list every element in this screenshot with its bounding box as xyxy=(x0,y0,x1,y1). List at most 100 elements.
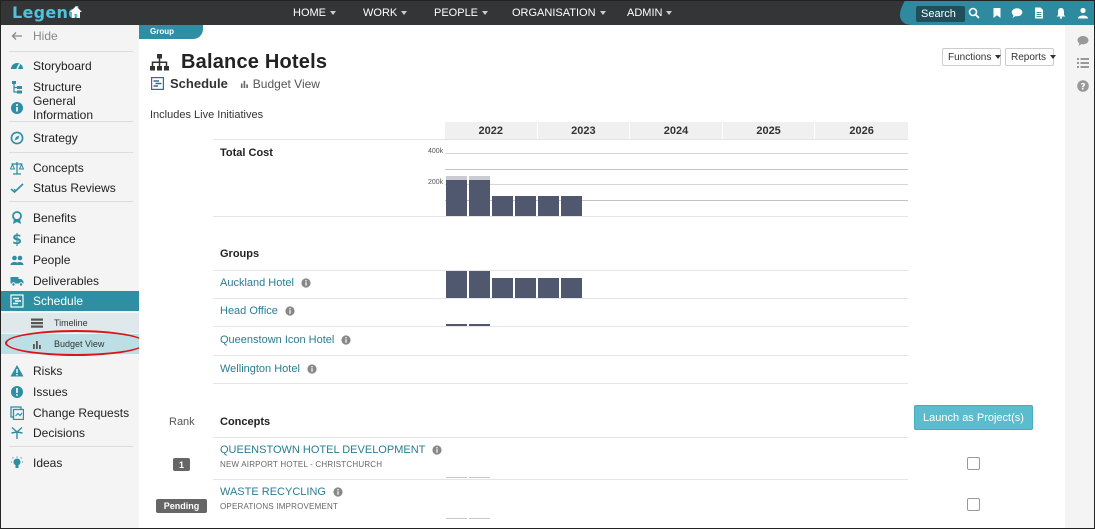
sidebar-item-label: Status Reviews xyxy=(33,181,116,195)
functions-dropdown[interactable]: Functions xyxy=(942,48,1002,66)
nav-work[interactable]: WORK xyxy=(363,1,408,25)
nav-admin[interactable]: ADMIN xyxy=(627,1,673,25)
nav-organisation[interactable]: ORGANISATION xyxy=(512,1,606,25)
bell-icon[interactable] xyxy=(1055,7,1067,19)
sidebar-item-benefits[interactable]: Benefits xyxy=(1,208,139,228)
sidebar-item-label: Structure xyxy=(33,80,82,94)
sidebar-item-decisions[interactable]: Decisions xyxy=(1,423,139,443)
info-icon[interactable] xyxy=(307,364,317,374)
group-link-head-office[interactable]: Head Office xyxy=(220,305,295,317)
app-window: Legend HOME WORK PEOPLE ORGANISATION ADM… xyxy=(0,0,1095,529)
award-icon xyxy=(10,211,24,225)
sidebar-item-schedule[interactable]: Schedule xyxy=(1,291,139,311)
warning-icon xyxy=(10,364,24,378)
main-content: Group Balance Hotels Schedule Budget Vie… xyxy=(139,25,1065,528)
divider xyxy=(213,437,908,438)
divider xyxy=(9,446,133,447)
comment-icon[interactable] xyxy=(1077,35,1089,47)
group-bar xyxy=(561,278,582,298)
sidebar-item-risks[interactable]: Risks xyxy=(1,361,139,381)
nav-home[interactable]: HOME xyxy=(293,1,336,25)
concept-mini-bar xyxy=(446,477,467,478)
sidebar-item-label: Schedule xyxy=(33,294,84,308)
concept-link-queenstown[interactable]: QUEENSTOWN HOTEL DEVELOPMENT xyxy=(220,444,442,456)
sidebar-item-ideas[interactable]: Ideas xyxy=(1,453,139,473)
timeline-icon xyxy=(31,317,43,329)
sidebar-item-label: People xyxy=(33,253,71,267)
home-icon[interactable] xyxy=(69,5,83,19)
group-bar xyxy=(538,278,559,298)
search-icon[interactable] xyxy=(968,7,980,19)
tab-schedule[interactable]: Schedule xyxy=(170,76,228,91)
launch-as-project-button[interactable]: Launch as Project(s) xyxy=(914,405,1033,430)
dashboard-icon xyxy=(10,59,24,73)
sidebar-item-strategy[interactable]: Strategy xyxy=(1,128,139,148)
group-label: Queenstown Icon Hotel xyxy=(220,334,335,346)
group-link-queenstown[interactable]: Queenstown Icon Hotel xyxy=(220,334,351,346)
user-icon[interactable] xyxy=(1077,7,1089,19)
concept-select-checkbox[interactable] xyxy=(967,498,980,511)
lightbulb-icon xyxy=(10,456,24,470)
nav-home-label: HOME xyxy=(293,7,326,19)
chevron-down-icon xyxy=(666,11,673,15)
axis-label-400k: 400k xyxy=(428,148,444,155)
search-input[interactable]: Search xyxy=(916,6,965,22)
sidebar-item-people[interactable]: People xyxy=(1,250,139,270)
chat-icon[interactable] xyxy=(1011,7,1023,19)
org-chart-icon xyxy=(150,54,169,71)
sidebar-item-status-reviews[interactable]: Status Reviews xyxy=(1,178,139,198)
sidebar-item-storyboard[interactable]: Storyboard xyxy=(1,56,139,76)
info-icon[interactable] xyxy=(432,445,442,455)
info-icon[interactable] xyxy=(341,335,351,345)
sidebar-item-issues[interactable]: Issues xyxy=(1,382,139,402)
sidebar-item-finance[interactable]: $ Finance xyxy=(1,229,139,249)
concept-select-checkbox[interactable] xyxy=(967,457,980,470)
group-link-wellington[interactable]: Wellington Hotel xyxy=(220,363,317,375)
sidebar-subitem-timeline[interactable]: Timeline xyxy=(1,313,139,333)
cost-bar xyxy=(469,180,490,216)
divider xyxy=(213,298,908,299)
sidebar-subitem-budget-view[interactable]: Budget View xyxy=(1,334,139,354)
sidebar-item-label: Change Requests xyxy=(33,406,130,420)
group-label: Head Office xyxy=(220,305,278,317)
cost-bar xyxy=(492,196,513,216)
sidebar-item-label: Concepts xyxy=(33,161,84,175)
rank-header: Rank xyxy=(169,416,195,428)
hide-sidebar-button[interactable]: Hide xyxy=(1,26,139,46)
info-icon[interactable] xyxy=(333,487,343,497)
concept-mini-bar xyxy=(469,518,490,519)
sidebar-item-deliverables[interactable]: Deliverables xyxy=(1,271,139,291)
info-icon[interactable] xyxy=(285,306,295,316)
concept-subtitle: NEW AIRPORT HOTEL - CHRISTCHURCH xyxy=(220,460,383,469)
divider xyxy=(9,201,133,202)
arrow-left-icon xyxy=(10,29,24,43)
tab-budget-view[interactable]: Budget View xyxy=(253,77,320,91)
document-icon[interactable] xyxy=(1033,7,1045,19)
reports-dropdown[interactable]: Reports xyxy=(1005,48,1057,66)
bookmark-icon[interactable] xyxy=(991,7,1003,19)
concept-mini-bar xyxy=(446,518,467,519)
divider xyxy=(213,270,908,271)
year-2023: 2023 xyxy=(538,122,631,140)
sidebar-item-label: Strategy xyxy=(33,131,78,145)
schedule-icon xyxy=(10,294,24,308)
year-2022: 2022 xyxy=(445,122,538,140)
groups-label: Groups xyxy=(220,248,260,260)
sidebar-item-change-requests[interactable]: Change Requests xyxy=(1,403,139,423)
info-icon[interactable] xyxy=(301,278,311,288)
nav-organisation-label: ORGANISATION xyxy=(512,7,596,19)
concept-link-waste-recycling[interactable]: WASTE RECYCLING xyxy=(220,486,343,498)
sidebar-item-general-information[interactable]: General Information xyxy=(1,94,139,122)
group-tab: Group xyxy=(139,25,203,39)
nav-people[interactable]: PEOPLE xyxy=(434,1,489,25)
sidebar-item-concepts[interactable]: Concepts xyxy=(1,158,139,178)
group-link-auckland[interactable]: Auckland Hotel xyxy=(220,277,311,289)
sidebar-subitem-label: Budget View xyxy=(54,339,105,349)
decision-icon xyxy=(10,426,24,440)
rank-badge: 1 xyxy=(173,458,190,471)
list-icon[interactable] xyxy=(1077,57,1089,69)
concept-subtitle: OPERATIONS IMPROVEMENT xyxy=(220,502,339,511)
reports-label: Reports xyxy=(1011,51,1047,63)
gridline xyxy=(445,184,908,185)
help-icon[interactable]: ? xyxy=(1077,80,1089,92)
